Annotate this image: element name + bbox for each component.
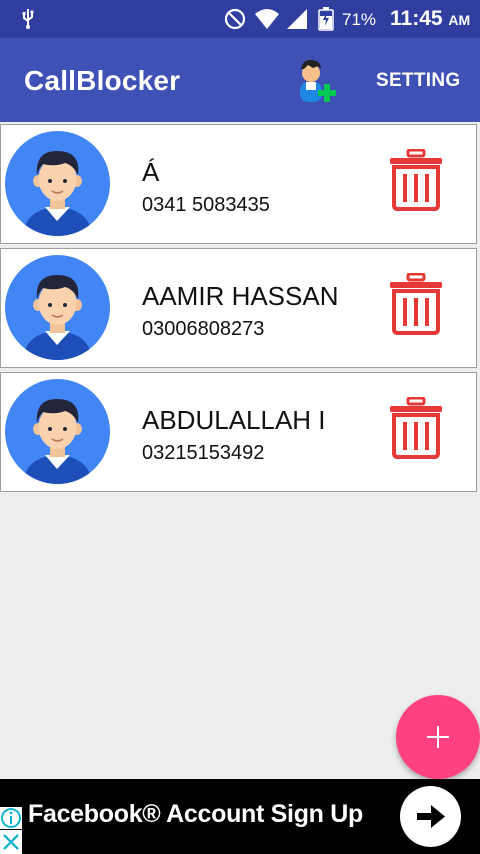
- clock-time: 11:45: [390, 7, 443, 30]
- ad-banner[interactable]: Facebook® Account Sign Up: [0, 779, 480, 854]
- ad-text[interactable]: Facebook® Account Sign Up: [28, 800, 363, 829]
- trash-icon[interactable]: [389, 397, 443, 459]
- plus-icon: [427, 726, 449, 748]
- clock: 11:45 AM: [390, 7, 470, 31]
- setting-button[interactable]: SETTING: [376, 70, 460, 92]
- app-title: CallBlocker: [24, 65, 181, 96]
- contact-card[interactable]: ABDULALLAH I 03215153492: [0, 372, 477, 492]
- blocked-contacts-list: Á 0341 5083435 AAMIR HASSAN 03006808273 …: [0, 124, 480, 496]
- contact-card[interactable]: AAMIR HASSAN 03006808273: [0, 248, 477, 368]
- contact-name: Á: [142, 157, 160, 187]
- battery-icon: [318, 7, 334, 31]
- app-bar: CallBlocker SETTING: [0, 38, 480, 122]
- contact-name: AAMIR HASSAN: [142, 281, 339, 311]
- ad-open-button[interactable]: [400, 786, 461, 847]
- arrow-right-icon: [417, 805, 445, 828]
- clock-ampm: AM: [448, 12, 471, 28]
- do-not-disturb-icon: [224, 8, 246, 30]
- contact-phone: 03215153492: [142, 442, 265, 464]
- trash-icon[interactable]: [389, 149, 443, 211]
- trash-icon[interactable]: [389, 273, 443, 335]
- add-user-icon[interactable]: [294, 56, 338, 104]
- ad-info-icon[interactable]: [0, 807, 22, 829]
- wifi-icon: [255, 9, 279, 29]
- add-contact-fab[interactable]: [396, 695, 480, 779]
- battery-percent: 71%: [342, 10, 377, 29]
- status-bar: 71% 11:45 AM: [0, 0, 480, 38]
- contact-name: ABDULALLAH I: [142, 405, 326, 435]
- avatar: [5, 379, 110, 484]
- avatar: [5, 255, 110, 360]
- signal-icon: [287, 9, 307, 29]
- usb-icon: [22, 9, 34, 29]
- contact-phone: 03006808273: [142, 318, 265, 340]
- ad-close-icon[interactable]: [0, 830, 22, 854]
- contact-card[interactable]: Á 0341 5083435: [0, 124, 477, 244]
- avatar: [5, 131, 110, 236]
- contact-phone: 0341 5083435: [142, 194, 270, 216]
